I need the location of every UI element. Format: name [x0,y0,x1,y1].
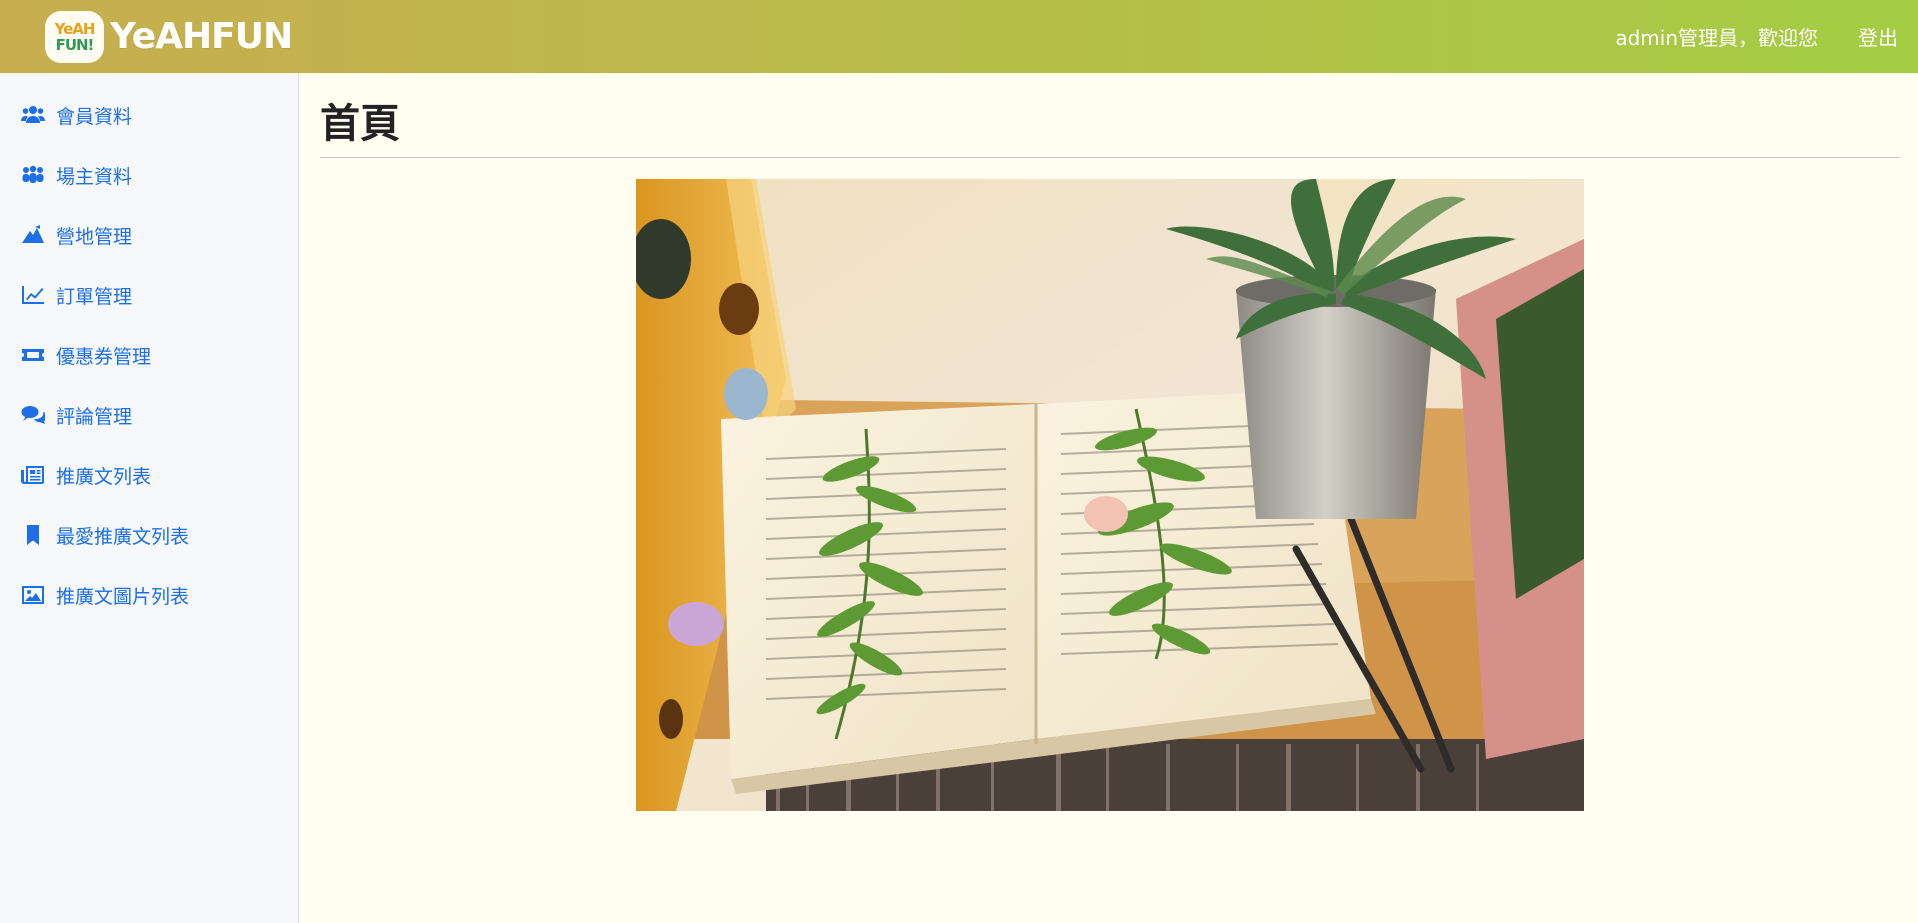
logo-wordmark: YeAHFUN [110,16,293,57]
sidebar-item-label: 訂單管理 [56,285,133,308]
sidebar-item-articles[interactable]: 推廣文列表 [0,445,298,505]
page-title: 首頁 [320,101,400,147]
logout-link[interactable]: 登出 [1858,22,1898,51]
sidebar-item-label: 場主資料 [56,165,133,188]
logo-badge-icon: YeAH FUN! [45,10,104,63]
bookmark-icon [20,524,46,546]
sidebar-item-label: 營地管理 [56,225,133,248]
sidebar-item-campsites[interactable]: 營地管理 [0,205,298,265]
sidebar-item-label: 推廣文圖片列表 [56,585,190,608]
sidebar-item-members[interactable]: 會員資料 [0,85,298,145]
hero-image [636,179,1584,811]
logo-badge-line2: FUN! [55,35,95,54]
image-icon [20,584,46,606]
welcome-text: admin管理員，歡迎您 [1615,26,1818,50]
main-content: 首頁 [300,73,1918,923]
comments-icon [20,404,46,426]
chart-line-icon [20,284,46,306]
sidebar-item-article-images[interactable]: 推廣文圖片列表 [0,565,298,625]
sidebar-item-favorite-articles[interactable]: 最愛推廣文列表 [0,505,298,565]
sidebar-item-label: 最愛推廣文列表 [56,525,190,548]
campground-icon [20,224,46,246]
people-group-icon [20,164,46,186]
title-divider [320,157,1900,158]
sidebar-item-coupons[interactable]: 優惠券管理 [0,325,298,385]
sidebar-item-label: 優惠券管理 [56,345,152,368]
sidebar-item-reviews[interactable]: 評論管理 [0,385,298,445]
newspaper-icon [20,464,46,486]
sidebar-item-label: 推廣文列表 [56,465,152,488]
top-navbar: YeAH FUN! YeAHFUN admin管理員，歡迎您 登出 [0,0,1918,73]
sidebar-item-owners[interactable]: 場主資料 [0,145,298,205]
users-icon [20,104,46,126]
logo-badge-line1: YeAH [54,19,96,38]
sidebar-item-label: 評論管理 [56,405,133,428]
sidebar-item-label: 會員資料 [56,105,133,128]
sidebar-item-orders[interactable]: 訂單管理 [0,265,298,325]
ticket-icon [20,344,46,366]
brand-logo[interactable]: YeAH FUN! YeAHFUN [45,10,293,63]
user-area: admin管理員，歡迎您 登出 [1615,22,1918,51]
sidebar: 會員資料 場主資料 營地管理 訂單管理 優惠券管理 評論管理 推廣文列表 最愛推… [0,73,299,923]
